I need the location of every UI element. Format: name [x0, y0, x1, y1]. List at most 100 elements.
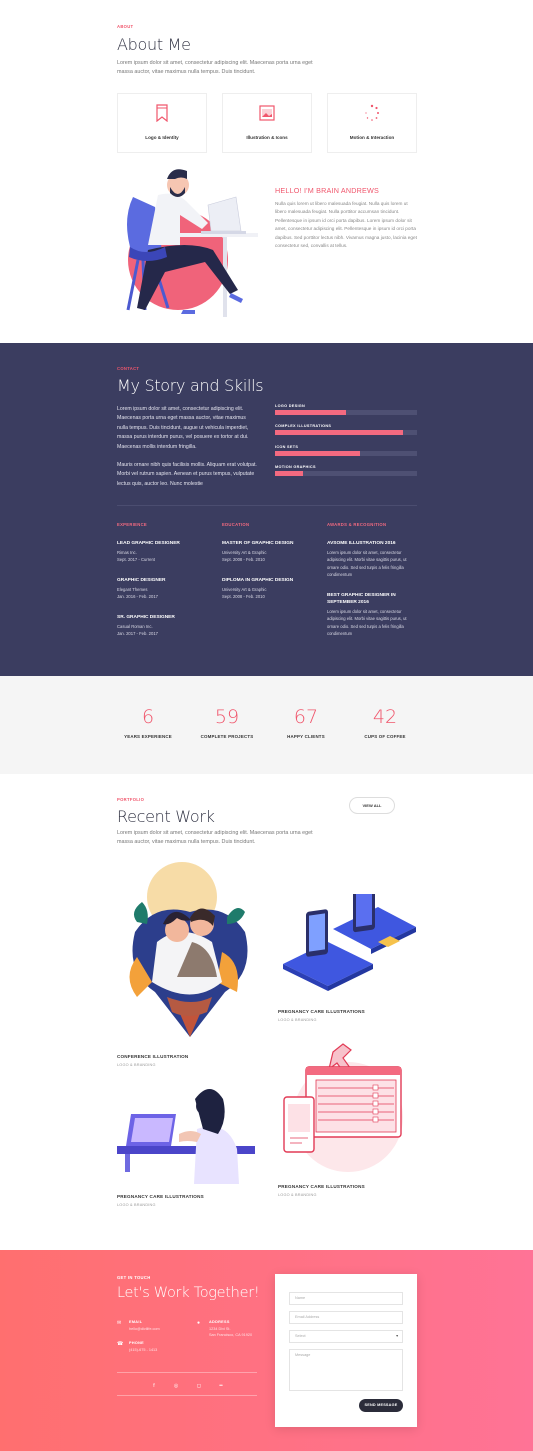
dribbble-icon[interactable]: ◎: [172, 1382, 180, 1390]
project-category: LOGO & BRANDING: [278, 1018, 317, 1022]
job-title: GRAPHIC DESIGNER: [117, 578, 166, 583]
job-org: Rimas Inc.: [117, 550, 137, 555]
degree-dates: Sept. 2008 - Feb. 2010: [222, 557, 265, 563]
project-image-browser-windows[interactable]: [278, 1042, 418, 1177]
skill-label: COMPLEX ILLUSTRATIONS: [275, 424, 332, 428]
job-org: Casual Roman Inc.: [117, 624, 153, 629]
portfolio-intro: Lorem ipsum dolor sit amet, consectetur …: [117, 830, 313, 846]
contact-section: GET IN TOUCH Let's Work Together! ✉ EMAI…: [0, 1250, 533, 1451]
stat-item: 59 COMPLETE PROJECTS: [187, 706, 267, 739]
service-card-illustration[interactable]: Illustration & Icons: [222, 93, 312, 153]
name-field[interactable]: Name: [289, 1292, 403, 1305]
skill-bar: ICON SETS: [275, 445, 417, 456]
phone-info: ☎ PHONE (415)-675 - 1413: [117, 1341, 157, 1353]
email-value[interactable]: hello@divilife.com: [129, 1326, 160, 1332]
address-line-2: San Francisco, CA 91920: [209, 1333, 253, 1337]
stat-label: HAPPY CLIENTS: [287, 734, 325, 739]
skill-track: [275, 430, 417, 435]
about-intro: Lorem ipsum dolor sit amet, consectetur …: [117, 60, 313, 76]
experience-item: LEAD GRAPHIC DESIGNER Rimas Inc. Sept. 2…: [117, 540, 212, 564]
service-label: Illustration & Icons: [246, 135, 288, 140]
experience-item: GRAPHIC DESIGNER Elegant Themes Jan. 201…: [117, 577, 212, 601]
select-placeholder: Select: [295, 1334, 306, 1338]
stat-item: 42 CUPS OF COFFEE: [345, 706, 425, 739]
stat-label: YEARS EXPERIENCE: [124, 734, 172, 739]
hello-heading: HELLO! I'M BRAIN ANDREWS: [275, 186, 380, 195]
skill-track: [275, 451, 417, 456]
stat-item: 6 YEARS EXPERIENCE: [108, 706, 188, 739]
project-image-phones[interactable]: [278, 894, 418, 1004]
service-card-motion[interactable]: Motion & Interaction: [327, 93, 417, 153]
job-dates: Jan. 2017 - Feb. 2017: [117, 631, 158, 637]
project-image-conference[interactable]: [117, 862, 257, 1042]
degree-school: University Art & Graphic: [222, 587, 267, 592]
skill-label: MOTION GRAPHICS: [275, 465, 316, 469]
stat-label: COMPLETE PROJECTS: [200, 734, 254, 739]
skill-bar: LOGO DESIGN: [275, 404, 417, 415]
skill-bar: COMPLEX ILLUSTRATIONS: [275, 424, 417, 435]
facebook-icon[interactable]: f: [150, 1382, 158, 1390]
contact-form: Name Email Address Select ▾ Message SEND…: [275, 1274, 417, 1427]
designer-at-desk-illustration: [126, 169, 258, 317]
stat-number: 59: [214, 706, 240, 728]
email-field[interactable]: Email Address: [289, 1311, 403, 1324]
degree-title: MASTER OF GRAPHIC DESIGN: [222, 541, 294, 546]
subject-select[interactable]: Select ▾: [289, 1330, 403, 1343]
education-item: MASTER OF GRAPHIC DESIGN University Art …: [222, 540, 317, 564]
award-title: AVSOME ILLUSTRATION 2016: [327, 541, 396, 546]
job-dates: Sept. 2017 - Current: [117, 557, 155, 563]
address-label: ADDRESS: [209, 1320, 230, 1324]
project-category: LOGO & BRANDING: [117, 1063, 156, 1067]
job-title: SR. GRAPHIC DESIGNER: [117, 615, 175, 620]
award-item: AVSOME ILLUSTRATION 2016 Lorem ipsum dol…: [327, 540, 417, 579]
stat-number: 42: [372, 706, 398, 728]
view-all-button[interactable]: VIEW ALL: [349, 797, 395, 814]
about-title: About Me: [117, 35, 191, 54]
education-item: DIPLOMA IN GRAPHIC DESIGN University Art…: [222, 577, 317, 601]
message-field[interactable]: Message: [289, 1349, 403, 1391]
flickr-icon[interactable]: ••: [217, 1382, 225, 1390]
award-item: BEST GRAPHIC DESIGNER IN SEPTEMBER 2016 …: [327, 592, 417, 638]
about-section: ABOUT About Me Lorem ipsum dolor sit ame…: [0, 0, 533, 343]
stat-number: 6: [141, 706, 155, 728]
story-eyebrow: CONTACT: [117, 366, 140, 371]
story-title: My Story and Skills: [117, 376, 264, 395]
bookmark-icon: [156, 104, 168, 123]
phone-icon: ☎: [117, 1341, 124, 1347]
email-info: ✉ EMAIL hello@divilife.com: [117, 1320, 160, 1332]
job-dates: Jan. 2016 - Feb. 2017: [117, 594, 158, 600]
bio-text: Nulla quis lorem ut libero malesuada feu…: [275, 201, 417, 249]
stat-item: 67 HAPPY CLIENTS: [266, 706, 346, 739]
send-message-button[interactable]: SEND MESSAGE: [359, 1399, 403, 1412]
skill-label: ICON SETS: [275, 445, 299, 449]
story-paragraph-1: Lorem ipsum dolor sit amet, consectetur …: [117, 406, 249, 450]
skill-label: LOGO DESIGN: [275, 404, 306, 408]
project-title[interactable]: PREGNANCY CARE ILLUSTRATIONS: [278, 1009, 365, 1014]
stat-label: CUPS OF COFFEE: [364, 734, 406, 739]
contact-divider: [117, 1372, 257, 1373]
job-title: LEAD GRAPHIC DESIGNER: [117, 541, 180, 546]
portfolio-section: PORTFOLIO Recent Work Lorem ipsum dolor …: [0, 774, 533, 1250]
story-paragraph-2: Mauris ornare nibh quis facilisis mollis…: [117, 462, 257, 487]
skill-fill: [275, 451, 361, 456]
stat-number: 67: [293, 706, 319, 728]
project-title[interactable]: CONFERENCE ILLUSTRATION: [117, 1054, 188, 1059]
project-image-laptop-woman[interactable]: [117, 1084, 257, 1184]
award-text: Lorem ipsum dolor sit amet, consectetur …: [327, 609, 407, 637]
stats-section: 6 YEARS EXPERIENCE 59 COMPLETE PROJECTS …: [0, 676, 533, 774]
about-eyebrow: ABOUT: [117, 24, 134, 29]
skill-track: [275, 410, 417, 415]
instagram-icon[interactable]: ◻: [195, 1382, 203, 1390]
service-card-logo[interactable]: Logo & Identity: [117, 93, 207, 153]
section-divider: [117, 505, 417, 506]
phone-value[interactable]: (415)-675 - 1413: [129, 1347, 157, 1353]
project-title[interactable]: PREGNANCY CARE ILLUSTRATIONS: [117, 1194, 204, 1199]
phone-label: PHONE: [129, 1341, 145, 1345]
job-org: Elegant Themes: [117, 587, 148, 592]
project-title[interactable]: PREGNANCY CARE ILLUSTRATIONS: [278, 1184, 365, 1189]
service-label: Logo & Identity: [145, 135, 179, 140]
experience-heading: EXPERIENCE: [117, 522, 147, 527]
skill-track: [275, 471, 417, 476]
skill-fill: [275, 430, 403, 435]
contact-divider: [117, 1395, 257, 1396]
